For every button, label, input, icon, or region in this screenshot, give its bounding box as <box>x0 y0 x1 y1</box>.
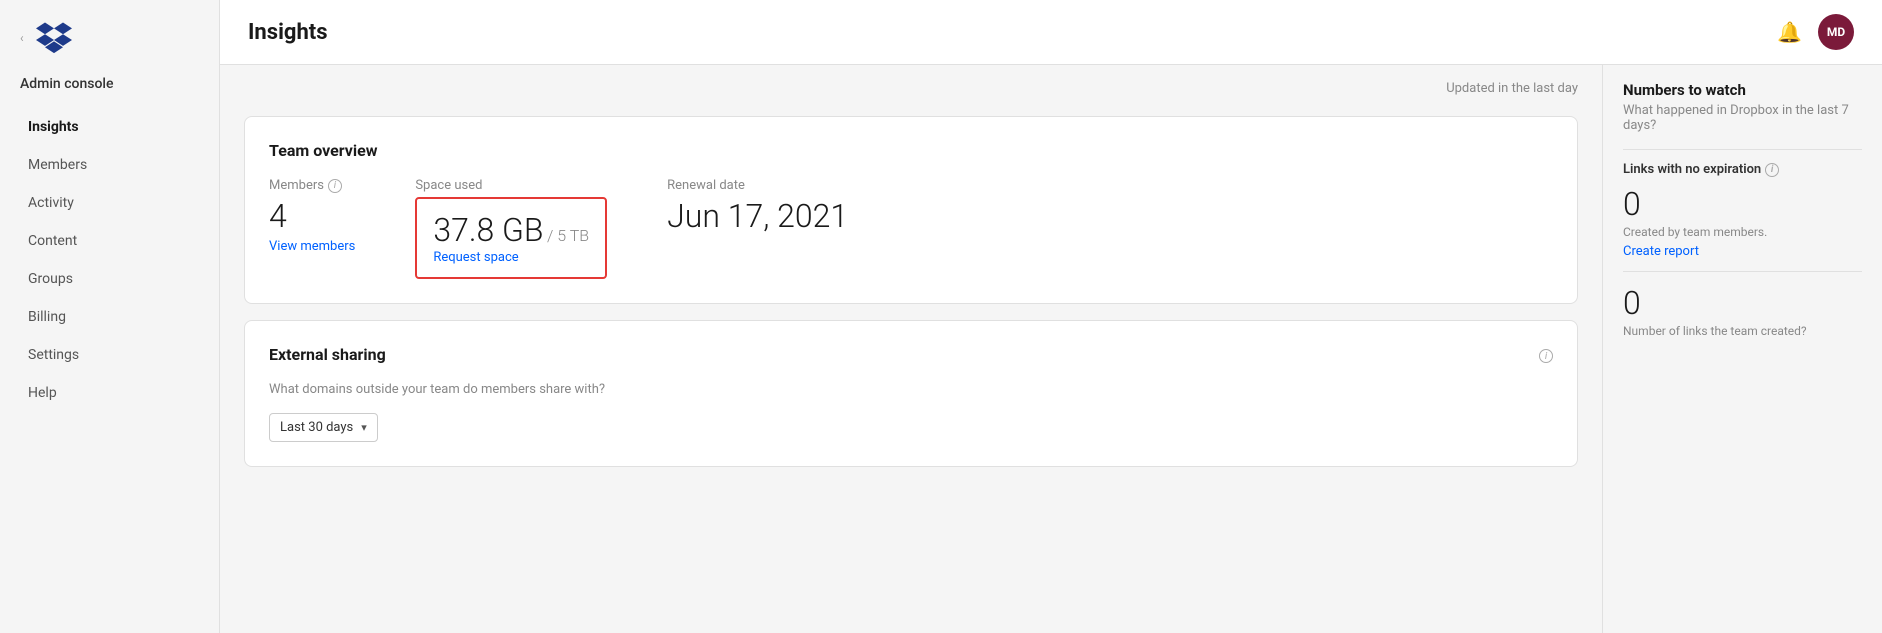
space-total-value: / 5 TB <box>547 226 589 245</box>
members-label: Members i <box>269 178 355 193</box>
links-no-expiration-label: Links with no expiration i <box>1623 162 1862 177</box>
main-area: Insights 🔔 MD Updated in the last day Te… <box>220 0 1882 633</box>
space-used-box: 37.8 GB / 5 TB Request space <box>415 197 607 279</box>
members-info-icon[interactable]: i <box>328 179 342 193</box>
panel-divider-1 <box>1623 149 1862 150</box>
renewal-date-value: Jun 17, 2021 <box>667 197 848 235</box>
sidebar-item-settings[interactable]: Settings <box>8 337 211 373</box>
links-count-desc: Number of links the team created? <box>1623 324 1862 338</box>
chevron-down-icon: ▾ <box>361 421 367 434</box>
external-sharing-header: External sharing What domains outside yo… <box>269 345 1553 413</box>
renewal-date-stat: Renewal date Jun 17, 2021 <box>667 178 848 235</box>
create-report-link[interactable]: Create report <box>1623 244 1699 259</box>
team-overview-card: Team overview Members i 4 View members S… <box>244 116 1578 304</box>
date-range-value: Last 30 days <box>280 420 353 435</box>
external-sharing-subtitle: What domains outside your team do member… <box>269 382 605 397</box>
sidebar-item-content[interactable]: Content <box>8 223 211 259</box>
sidebar-item-groups[interactable]: Groups <box>8 261 211 297</box>
team-overview-grid: Members i 4 View members Space used 37.8… <box>269 178 1553 279</box>
team-overview-title: Team overview <box>269 141 1553 160</box>
page-title: Insights <box>248 20 328 45</box>
sidebar-collapse-icon[interactable]: ‹ <box>20 31 24 45</box>
panel-subtitle: What happened in Dropbox in the last 7 d… <box>1623 103 1862 133</box>
space-used-stat: Space used 37.8 GB / 5 TB Request space <box>415 178 607 279</box>
content-area: Updated in the last day Team overview Me… <box>220 65 1882 633</box>
sidebar: ‹ Admin console Insights Members Activit… <box>0 0 220 633</box>
external-sharing-title-area: External sharing What domains outside yo… <box>269 345 605 413</box>
sidebar-item-insights[interactable]: Insights <box>8 109 211 145</box>
notification-bell-icon[interactable]: 🔔 <box>1777 20 1802 44</box>
members-stat: Members i 4 View members <box>269 178 355 254</box>
update-status: Updated in the last day <box>244 81 1578 96</box>
request-space-link[interactable]: Request space <box>433 250 518 265</box>
right-panel: Numbers to watch What happened in Dropbo… <box>1602 65 1882 633</box>
links-count-value: 0 <box>1623 284 1862 322</box>
page-header: Insights 🔔 MD <box>220 0 1882 65</box>
space-value-row: 37.8 GB / 5 TB <box>433 211 589 249</box>
links-no-expiration-desc: Created by team members. <box>1623 225 1862 239</box>
external-sharing-card: External sharing What domains outside yo… <box>244 320 1578 467</box>
main-content: Updated in the last day Team overview Me… <box>220 65 1602 633</box>
sidebar-item-activity[interactable]: Activity <box>8 185 211 221</box>
date-range-select[interactable]: Last 30 days ▾ <box>269 413 378 442</box>
renewal-date-label: Renewal date <box>667 178 848 193</box>
sidebar-item-billing[interactable]: Billing <box>8 299 211 335</box>
space-gb-value: 37.8 GB <box>433 211 543 249</box>
sidebar-item-members[interactable]: Members <box>8 147 211 183</box>
sidebar-navigation: Insights Members Activity Content Groups… <box>0 108 219 412</box>
external-sharing-info-icon[interactable]: i <box>1539 349 1553 363</box>
admin-console-label: Admin console <box>0 68 219 108</box>
members-value: 4 <box>269 197 355 235</box>
panel-divider-2 <box>1623 271 1862 272</box>
sidebar-item-help[interactable]: Help <box>8 375 211 411</box>
view-members-link[interactable]: View members <box>269 239 355 254</box>
links-info-icon[interactable]: i <box>1765 163 1779 177</box>
sidebar-logo-area: ‹ <box>0 0 219 68</box>
dropbox-logo[interactable] <box>36 18 72 58</box>
space-used-label: Space used <box>415 178 607 193</box>
panel-title: Numbers to watch <box>1623 81 1862 99</box>
external-sharing-title: External sharing <box>269 345 605 364</box>
header-actions: 🔔 MD <box>1777 14 1854 50</box>
links-no-expiration-value: 0 <box>1623 185 1862 223</box>
user-avatar[interactable]: MD <box>1818 14 1854 50</box>
